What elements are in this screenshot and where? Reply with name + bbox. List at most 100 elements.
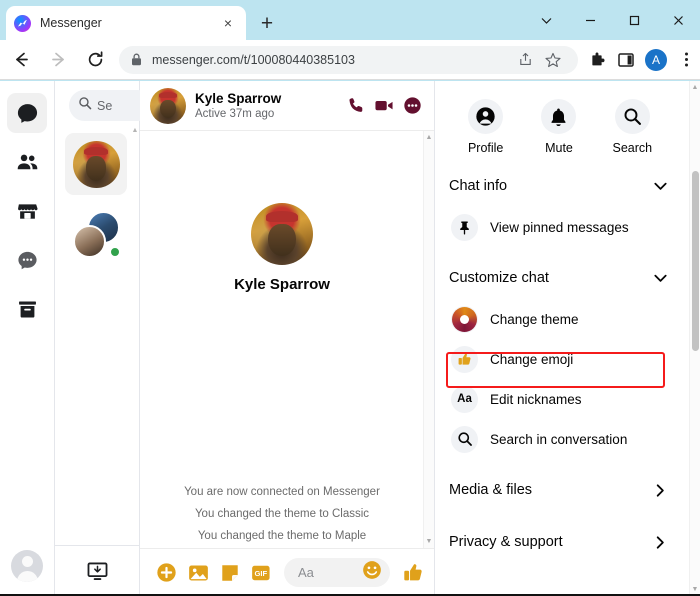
messenger-icon — [14, 14, 31, 32]
close-icon[interactable]: × — [218, 13, 238, 33]
quick-action-label: Search — [612, 141, 653, 155]
page-title: Kyle Sparrow — [234, 276, 330, 293]
browser-window: Messenger × + messenger.com/t/1000804403… — [0, 0, 700, 596]
message-thread: Kyle Sparrow You are now connected on Me… — [140, 131, 434, 548]
system-message: You changed the theme to Maple — [197, 530, 367, 542]
menu-item-view-pinned-messages[interactable]: View pinned messages — [449, 207, 669, 247]
avatar — [72, 140, 120, 188]
chevron-down-icon — [652, 270, 669, 287]
system-message: You changed the theme to Classic — [194, 508, 370, 520]
chat-header: Kyle Sparrow Active 37m ago — [140, 81, 434, 131]
bookmark-star-icon[interactable] — [540, 47, 566, 73]
share-icon[interactable] — [512, 47, 538, 73]
close-icon[interactable] — [656, 4, 700, 36]
minimize-icon[interactable] — [568, 4, 612, 36]
avatar[interactable] — [150, 87, 186, 124]
gif-icon[interactable]: GIF — [250, 561, 274, 585]
more-options-icon[interactable] — [398, 92, 426, 120]
browser-tab[interactable]: Messenger × — [6, 6, 246, 40]
avatar[interactable] — [251, 203, 313, 265]
sidebar-item-chats[interactable] — [7, 93, 47, 133]
messenger-nav-rail — [0, 81, 55, 596]
url-text: messenger.com/t/100080440385103 — [152, 52, 355, 67]
scroll-up-arrow[interactable]: ▲ — [131, 127, 139, 134]
thread-profile-header: Kyle Sparrow — [140, 203, 424, 293]
sidebar-item-people[interactable] — [7, 142, 47, 182]
section-title: Media & files — [449, 482, 533, 498]
forward-arrow-icon[interactable] — [42, 44, 74, 76]
contact-status: Active 37m ago — [195, 107, 275, 120]
user-avatar[interactable] — [11, 550, 43, 582]
quick-action-mute[interactable]: Mute — [525, 99, 593, 155]
chevron-right-icon — [652, 482, 669, 499]
messenger-app: Se ▲ Kyle Sparrow Active 37m ago Kyle Sp… — [0, 81, 700, 596]
add-plus-icon[interactable] — [154, 561, 178, 585]
browser-toolbar: messenger.com/t/100080440385103 A — [0, 40, 700, 80]
menu-item-label: Search in conversation — [490, 431, 628, 447]
new-tab-button[interactable]: + — [254, 11, 280, 37]
scroll-down-arrow[interactable]: ▼ — [426, 538, 433, 545]
chat-details-panel: Active 37m ago Profile Mute — [435, 81, 700, 596]
menu-item-edit-nicknames[interactable]: Aa Edit nicknames — [449, 379, 669, 419]
contact-name[interactable]: Kyle Sparrow — [195, 91, 342, 107]
message-scrollbar[interactable]: ▲ ▼ — [423, 131, 434, 548]
call-icon[interactable] — [342, 92, 370, 120]
scrollbar-thumb[interactable] — [692, 171, 699, 351]
section-privacy-support[interactable]: Privacy & support — [449, 521, 669, 563]
sidebar-item-message-requests[interactable] — [7, 240, 47, 280]
quick-action-profile[interactable]: Profile — [452, 99, 520, 155]
search-placeholder: Se — [97, 98, 113, 113]
section-chat-info[interactable]: Chat info — [449, 165, 669, 207]
maximize-icon[interactable] — [612, 4, 656, 36]
scroll-down-arrow[interactable]: ▼ — [692, 586, 699, 593]
sidebar-item-marketplace[interactable] — [7, 191, 47, 231]
svg-text:GIF: GIF — [254, 569, 267, 578]
omnibox-actions — [512, 47, 566, 73]
search-icon — [451, 425, 478, 453]
chat-header-names: Kyle Sparrow Active 37m ago — [195, 91, 342, 121]
message-input[interactable]: Aa — [284, 558, 390, 587]
chevron-down-icon — [652, 178, 669, 195]
list-item[interactable] — [65, 203, 127, 265]
message-input-placeholder: Aa — [298, 565, 314, 580]
conversation-list: Se ▲ — [55, 81, 153, 596]
details-scrollbar[interactable]: ▲ ▼ — [689, 81, 700, 596]
search-icon — [78, 96, 92, 115]
menu-item-label: Change emoji — [490, 351, 574, 367]
divider — [55, 545, 140, 546]
chat-panel: Kyle Sparrow Active 37m ago Kyle Sparrow — [140, 81, 435, 596]
window-controls — [524, 0, 700, 40]
video-call-icon[interactable] — [370, 92, 398, 120]
thumbs-up-icon — [451, 345, 478, 373]
conversation-scrollbar[interactable]: ▲ — [131, 127, 139, 427]
quick-action-search[interactable]: Search — [598, 99, 666, 155]
three-dot-menu-icon[interactable] — [672, 45, 700, 75]
section-title: Chat info — [449, 178, 508, 194]
address-bar[interactable]: messenger.com/t/100080440385103 — [119, 45, 578, 74]
side-panel-icon[interactable] — [612, 45, 640, 75]
desktop-download-icon[interactable] — [83, 558, 111, 584]
list-item[interactable] — [65, 133, 127, 195]
sticker-icon[interactable] — [218, 561, 242, 585]
thumbs-up-icon[interactable] — [400, 560, 426, 586]
quick-actions: Profile Mute Search — [449, 99, 669, 155]
menu-item-change-emoji[interactable]: Change emoji — [449, 339, 669, 379]
reload-icon[interactable] — [79, 44, 111, 76]
back-arrow-icon[interactable] — [5, 44, 37, 76]
menu-item-search-in-conversation[interactable]: Search in conversation — [449, 419, 669, 459]
pin-icon — [451, 213, 478, 241]
profile-avatar-button[interactable]: A — [645, 48, 667, 71]
menu-item-change-theme[interactable]: Change theme — [449, 299, 669, 339]
scroll-up-arrow[interactable]: ▲ — [426, 134, 433, 141]
quick-action-label: Mute — [545, 141, 573, 155]
section-media-files[interactable]: Media & files — [449, 469, 669, 511]
section-customize-chat[interactable]: Customize chat — [449, 257, 669, 299]
extensions-puzzle-icon[interactable] — [584, 45, 612, 75]
avatar — [72, 210, 121, 258]
image-icon[interactable] — [186, 561, 210, 585]
sidebar-item-archive[interactable] — [7, 289, 47, 329]
scroll-up-arrow[interactable]: ▲ — [692, 84, 699, 91]
emoji-smiley-icon[interactable] — [362, 560, 382, 585]
contact-status-top: Active 37m ago — [449, 81, 669, 83]
chevron-down-icon[interactable] — [524, 4, 568, 36]
